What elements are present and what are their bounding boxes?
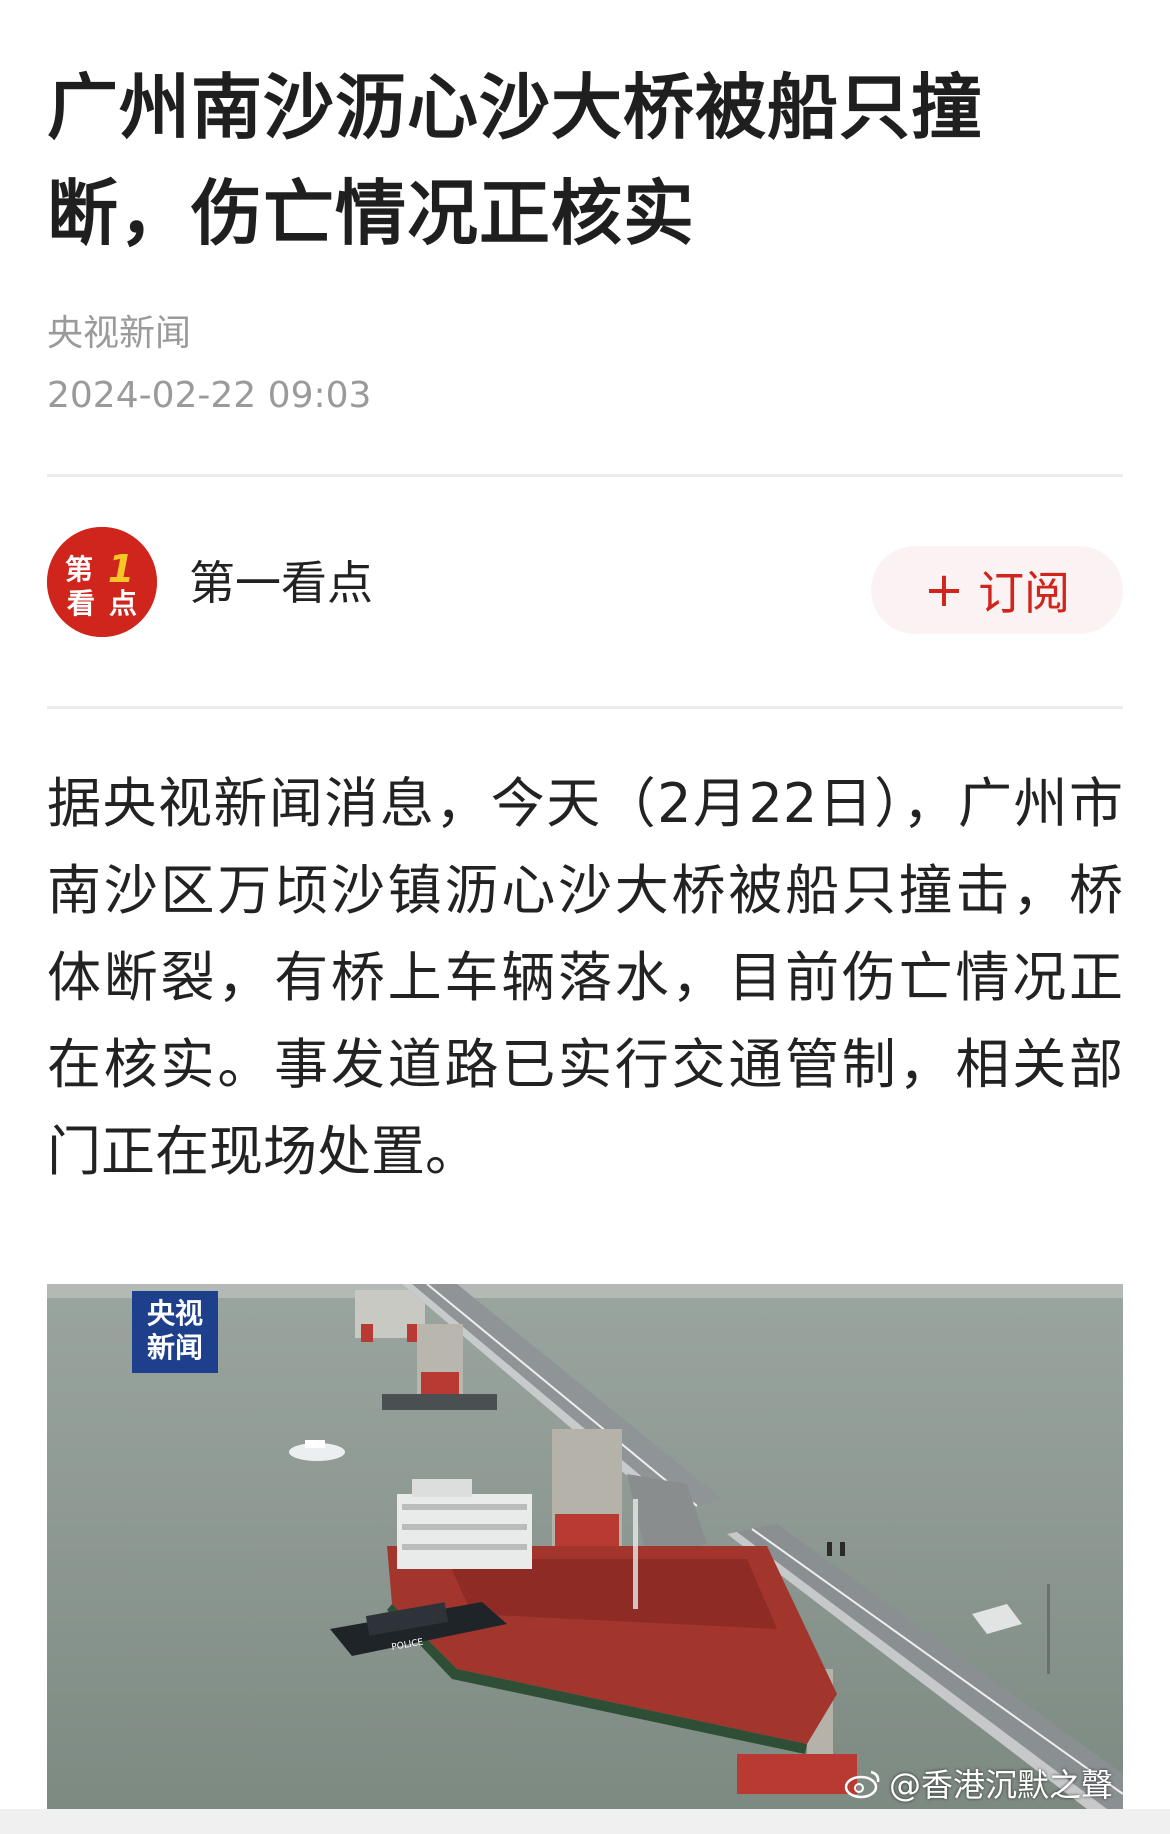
article-title: 广州南沙沥心沙大桥被船只撞断，伤亡情况正核实 bbox=[47, 66, 984, 255]
bottom-strip bbox=[0, 1809, 1170, 1834]
channel-row: 第 1 看 点 第一看点 + 订阅 bbox=[47, 527, 1123, 641]
watermark-text: @香港沉默之聲 bbox=[888, 1766, 1113, 1804]
divider bbox=[47, 706, 1123, 709]
svg-text:点: 点 bbox=[109, 587, 137, 620]
svg-text:第: 第 bbox=[65, 553, 93, 586]
plus-icon: + bbox=[923, 562, 965, 618]
article-timestamp: 2024-02-22 09:03 bbox=[47, 375, 372, 416]
svg-text:1: 1 bbox=[108, 547, 134, 591]
article-source[interactable]: 央视新闻 bbox=[47, 304, 191, 356]
subscribe-button[interactable]: + 订阅 bbox=[871, 546, 1123, 634]
watermark: @香港沉默之聲 bbox=[843, 1763, 1113, 1804]
channel-logo[interactable]: 第 1 看 点 bbox=[47, 527, 157, 637]
article-body: 据央视新闻消息，今天（2月22日），广州市南沙区万顷沙镇沥心沙大桥被船只撞击，桥… bbox=[47, 772, 1123, 1183]
weibo-icon bbox=[844, 1770, 880, 1799]
subscribe-label: 订阅 bbox=[978, 566, 1071, 620]
news-photo[interactable]: POLICE 央视 新闻 @香港沉默之聲 bbox=[47, 1284, 1123, 1809]
badge-line-2: 新闻 bbox=[146, 1331, 203, 1364]
svg-text:看: 看 bbox=[67, 587, 95, 620]
channel-name[interactable]: 第一看点 bbox=[189, 547, 373, 613]
divider bbox=[47, 474, 1123, 477]
cctv-news-badge: 央视 新闻 bbox=[132, 1291, 218, 1373]
badge-line-1: 央视 bbox=[146, 1297, 203, 1330]
